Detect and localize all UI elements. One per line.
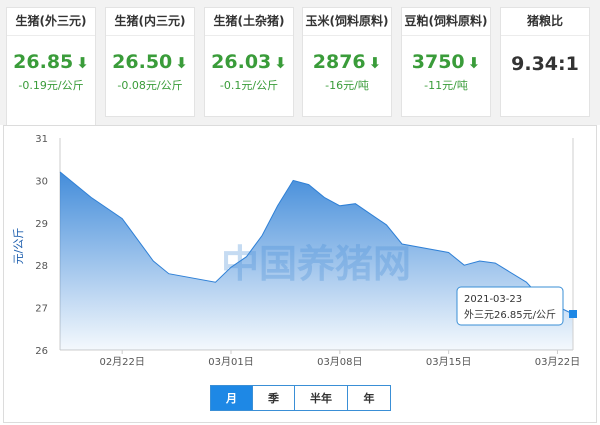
x-axis: 02月22日 03月01日 03月08日 03月15日 03月22日 <box>60 349 580 368</box>
price-area-chart: 26 27 28 29 30 31 02月22日 03月01日 03月08日 03月15日 03月… <box>12 134 580 368</box>
period-selector: 月 季 半年 年 <box>210 385 391 411</box>
watermark: 中国养猪网 <box>221 242 411 286</box>
tooltip: 2021-03-23 外三元26.85元/公斤 <box>456 286 564 326</box>
x-tick-label: 03月15日 <box>426 356 471 368</box>
period-quarter-button[interactable]: 季 <box>252 385 295 411</box>
tooltip-date: 2021-03-23 <box>464 294 522 305</box>
y-tick-label: 29 <box>35 219 48 230</box>
y-tick-label: 31 <box>35 134 48 145</box>
y-tick-label: 27 <box>35 304 48 315</box>
y-tick-label: 30 <box>35 176 48 187</box>
hover-point-marker <box>569 310 577 318</box>
period-month-button[interactable]: 月 <box>210 385 253 411</box>
tooltip-value: 外三元26.85元/公斤 <box>464 309 556 321</box>
x-tick-label: 02月22日 <box>99 356 144 368</box>
x-tick-label: 03月08日 <box>317 356 362 368</box>
period-half-year-button[interactable]: 半年 <box>294 385 348 411</box>
y-axis: 26 27 28 29 30 31 <box>35 134 61 357</box>
y-axis-label: 元/公斤 <box>12 228 25 265</box>
y-tick-label: 28 <box>35 261 48 272</box>
x-tick-label: 03月01日 <box>208 356 253 368</box>
y-tick-label: 26 <box>35 346 48 357</box>
x-tick-label: 03月22日 <box>535 356 580 368</box>
period-year-button[interactable]: 年 <box>347 385 391 411</box>
